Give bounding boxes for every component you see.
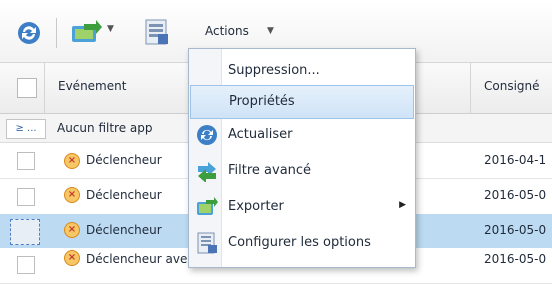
refresh-button[interactable]	[16, 20, 42, 46]
filter-icon[interactable]: ≥ ...	[6, 119, 46, 139]
warning-icon: ×	[64, 187, 80, 203]
configure-options-icon	[145, 19, 168, 45]
menu-item-label: Suppression...	[228, 63, 320, 78]
actions-context-menu: Suppression... Propriétés Actualiser Fil…	[188, 48, 416, 268]
menu-item-label: Filtre avancé	[228, 163, 312, 178]
menu-item-label: Configurer les options	[228, 235, 371, 250]
menu-item-configurer-options[interactable]: Configurer les options	[190, 227, 414, 259]
submenu-arrow-icon: ▶	[399, 200, 406, 210]
row-checkbox[interactable]	[17, 188, 35, 206]
configure-options-icon	[197, 232, 217, 254]
actions-menu-button[interactable]: Actions	[205, 24, 249, 38]
row-date: 2016-05-0	[484, 252, 547, 266]
row-checkbox[interactable]	[17, 256, 35, 274]
filter-status-text: Aucun filtre app	[57, 121, 153, 135]
row-event-text: Déclencheur	[86, 223, 162, 237]
configure-options-button[interactable]	[142, 18, 170, 46]
warning-icon: ×	[64, 250, 80, 266]
export-dropdown-caret[interactable]: ▼	[107, 24, 114, 34]
export-icon	[197, 197, 218, 215]
menu-item-suppression[interactable]: Suppression...	[190, 55, 414, 87]
refresh-icon	[18, 22, 40, 44]
row-date: 2016-05-0	[484, 223, 547, 237]
column-divider	[44, 63, 45, 113]
column-divider	[470, 63, 471, 113]
warning-icon: ×	[64, 222, 80, 238]
refresh-icon	[197, 125, 217, 145]
row-event-text: Déclencheur	[86, 188, 162, 202]
menu-item-proprietes[interactable]: Propriétés	[190, 85, 414, 119]
export-button[interactable]	[70, 20, 102, 46]
column-header-consigne[interactable]: Consigné	[484, 79, 540, 93]
menu-item-exporter[interactable]: Exporter ▶	[190, 191, 414, 223]
row-date: 2016-05-0	[484, 188, 547, 202]
toolbar-separator	[56, 18, 57, 48]
row-date: 2016-04-1	[484, 153, 547, 167]
row-checkbox-focused[interactable]	[10, 219, 40, 245]
row-event-text: Déclencheur	[86, 153, 162, 167]
select-all-checkbox[interactable]	[17, 78, 37, 98]
menu-item-actualiser[interactable]: Actualiser	[190, 119, 414, 151]
menu-item-label: Propriétés	[229, 94, 295, 109]
column-header-event[interactable]: Evénement	[58, 79, 126, 93]
menu-item-label: Actualiser	[228, 127, 293, 142]
warning-icon: ×	[64, 153, 80, 169]
menu-item-filtre-avance[interactable]: Filtre avancé	[190, 155, 414, 187]
advanced-filter-icon	[198, 162, 216, 182]
row-checkbox[interactable]	[17, 152, 35, 170]
export-icon	[72, 20, 102, 42]
menu-item-label: Exporter	[228, 199, 284, 214]
actions-dropdown-caret[interactable]: ▼	[267, 26, 274, 36]
